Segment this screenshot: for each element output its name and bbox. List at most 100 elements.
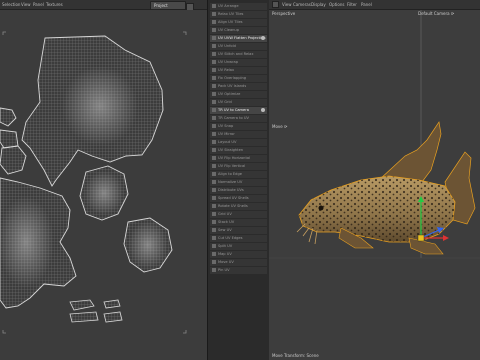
- menu-item-label: Pack UV Islands: [218, 84, 247, 88]
- menu-item[interactable]: TR Camera to UV: [210, 115, 267, 123]
- menu-item[interactable]: UV Stitch and Relax: [210, 51, 267, 59]
- menu-item-label: Relax UV Tiles: [218, 12, 244, 16]
- uv-shell-lower-shading: [0, 196, 54, 288]
- menu-item[interactable]: UV Grid: [210, 99, 267, 107]
- menu-item-label: UV Stitch and Relax: [218, 52, 254, 56]
- menu-item-label: UV Snap: [218, 124, 234, 128]
- viewport-layout-icon[interactable]: [272, 1, 279, 8]
- menu-item-label: UV Relax: [218, 68, 235, 72]
- menu-item-icon: [212, 228, 216, 232]
- viewport-menu-panel[interactable]: Panel: [361, 2, 372, 7]
- projection-dropdown[interactable]: Project: [150, 1, 186, 10]
- menu-item[interactable]: Rotate UV Shells: [210, 203, 267, 211]
- menu-item[interactable]: UV Arrange: [210, 3, 267, 11]
- menu-item-label: Move UV: [218, 260, 234, 264]
- uv-shell-small-c[interactable]: [0, 129, 19, 149]
- menu-item-icon: [212, 124, 216, 128]
- uv-menu-textures[interactable]: Textures: [46, 2, 63, 7]
- menu-item[interactable]: Split UV: [210, 243, 267, 251]
- menu-item-label: TR UV to Camera: [218, 108, 249, 112]
- menu-item-label: UV Unfold: [218, 44, 236, 48]
- menu-item[interactable]: Pack UV Islands: [210, 83, 267, 91]
- menu-item-label: UV Mirror: [218, 132, 235, 136]
- menu-item[interactable]: Map UV: [210, 251, 267, 259]
- option-box-icon[interactable]: [261, 108, 265, 112]
- menu-item[interactable]: Spread UV Shells: [210, 195, 267, 203]
- uv-menu-selection[interactable]: Selection: [2, 2, 20, 7]
- menu-item-label: UV Grid: [218, 100, 232, 104]
- menu-item[interactable]: Align to Edge: [210, 171, 267, 179]
- menu-item[interactable]: Normalize UV: [210, 179, 267, 187]
- menu-item-label: UV Cleanup: [218, 28, 239, 32]
- menu-item-icon: [212, 36, 216, 40]
- menu-item-label: Distribute UVs: [218, 188, 244, 192]
- viewport-menu-view[interactable]: View: [282, 2, 292, 7]
- viewport-scene-svg: [269, 10, 480, 259]
- uv-editor-canvas[interactable]: [0, 10, 207, 360]
- menu-item-icon: [212, 84, 216, 88]
- viewport-menu-options[interactable]: Options: [329, 2, 344, 7]
- menu-item[interactable]: UV UVW Flatten Projection: [210, 35, 267, 43]
- menu-item[interactable]: Move UV: [210, 259, 267, 267]
- menu-item-label: Map UV: [218, 252, 232, 256]
- uv-shell-small-a[interactable]: [0, 107, 17, 127]
- menu-item[interactable]: UV Straighten: [210, 147, 267, 155]
- menu-item-icon: [212, 44, 216, 48]
- viewport-menu-filter[interactable]: Filter: [347, 2, 357, 7]
- uv-shell-fin-d[interactable]: [103, 311, 123, 323]
- menu-item[interactable]: Grid UV: [210, 211, 267, 219]
- menu-item-icon: [212, 148, 216, 152]
- uv-menu-view[interactable]: View: [21, 2, 31, 7]
- menu-item[interactable]: Fix Overlapping: [210, 75, 267, 83]
- menu-item[interactable]: UV Cleanup: [210, 27, 267, 35]
- menu-item-label: UV UVW Flatten Projection: [218, 36, 266, 40]
- menu-item[interactable]: Stack UV: [210, 219, 267, 227]
- uv-shell-fin-c[interactable]: [69, 311, 99, 323]
- uv-layout-svg: [0, 31, 187, 334]
- menu-item[interactable]: Pin UV: [210, 267, 267, 275]
- menu-item-label: Sew UV: [218, 228, 232, 232]
- menu-item[interactable]: Cut UV Edges: [210, 235, 267, 243]
- menu-item[interactable]: Distribute UVs: [210, 187, 267, 195]
- fish-eye: [318, 205, 324, 211]
- viewport-menu-cameras[interactable]: Cameras: [293, 2, 311, 7]
- uv-shell-shading: [62, 66, 138, 146]
- catfish-model[interactable]: [296, 121, 476, 255]
- menu-item[interactable]: Layout UV: [210, 139, 267, 147]
- uv-shell-fin-b[interactable]: [103, 299, 121, 309]
- uv-menu-panel[interactable]: Panel: [33, 2, 44, 7]
- menu-item-label: UV Flip Vertical: [218, 164, 246, 168]
- menu-item[interactable]: UV Relax: [210, 67, 267, 75]
- menu-item-icon: [212, 212, 216, 216]
- viewport-menu-display[interactable]: Display: [311, 2, 326, 7]
- menu-item-icon: [212, 164, 216, 168]
- menu-item-icon: [212, 12, 216, 16]
- menu-item-icon: [212, 68, 216, 72]
- 3d-viewport[interactable]: Perspective Default Camera ⟳ Move ⟳ Move…: [269, 10, 480, 360]
- gizmo-center[interactable]: [417, 234, 425, 242]
- menu-item[interactable]: UV Flip Horizontal: [210, 155, 267, 163]
- option-box-icon[interactable]: [261, 36, 265, 40]
- menu-item-icon: [212, 140, 216, 144]
- menu-item-label: Stack UV: [218, 220, 235, 224]
- menu-item-icon: [212, 220, 216, 224]
- menu-item[interactable]: Sew UV: [210, 227, 267, 235]
- menu-item-icon: [212, 196, 216, 200]
- menu-item-label: UV Flip Horizontal: [218, 156, 251, 160]
- menu-item[interactable]: UV Unwrap: [210, 59, 267, 67]
- uv-shell-round-b-shading: [128, 221, 168, 269]
- menu-item[interactable]: TR UV to Camera: [210, 107, 267, 115]
- menu-item-icon: [212, 156, 216, 160]
- menu-item[interactable]: UV Optimize: [210, 91, 267, 99]
- menu-item[interactable]: Relax UV Tiles: [210, 11, 267, 19]
- menu-item[interactable]: UV Mirror: [210, 131, 267, 139]
- menu-item[interactable]: UV Flip Vertical: [210, 163, 267, 171]
- menu-item-icon: [212, 60, 216, 64]
- menu-item[interactable]: Align UV Tiles: [210, 19, 267, 27]
- menu-item-icon: [212, 172, 216, 176]
- menu-item-icon: [212, 20, 216, 24]
- menu-item[interactable]: UV Unfold: [210, 43, 267, 51]
- uv-shell-small-b[interactable]: [0, 145, 27, 175]
- uv-shell-fin-a[interactable]: [69, 299, 95, 311]
- menu-item[interactable]: UV Snap: [210, 123, 267, 131]
